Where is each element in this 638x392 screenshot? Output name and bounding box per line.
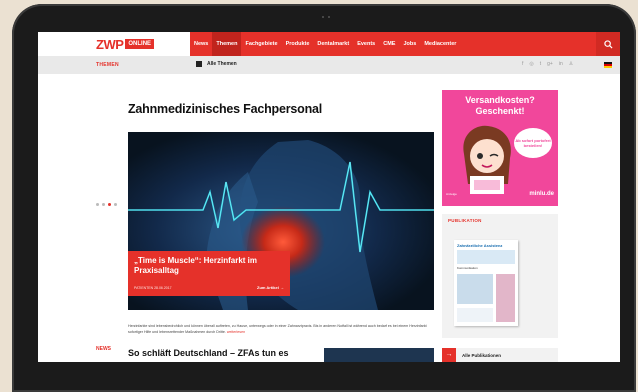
magazine-side-photo [496, 274, 515, 322]
nav-item-news[interactable]: News [190, 32, 212, 56]
all-themes-label: Alle Themen [207, 61, 237, 67]
main-nav: News Themen Fachgebiete Produkte Dentalm… [190, 32, 620, 56]
ad-brand: minlu.de [529, 191, 554, 197]
site-logo[interactable]: ZWP ONLINE [96, 36, 155, 52]
arrow-right-icon: → [442, 348, 456, 362]
ad-footnote: Anzeige [446, 192, 457, 196]
facebook-icon[interactable]: f [522, 61, 523, 67]
nav-item-produkte[interactable]: Produkte [282, 32, 314, 56]
instagram-icon[interactable]: ◎ [529, 61, 533, 67]
browser-screen: ZWP ONLINE News Themen Fachgebiete Produ… [38, 32, 620, 362]
search-icon [603, 39, 613, 49]
nav-item-fachgebiete[interactable]: Fachgebiete [241, 32, 281, 56]
magazine-cover[interactable]: Zahnärztliche Assistenz Kommunikation [454, 240, 518, 326]
page-title: Zahnmedizinisches Fachpersonal [128, 102, 323, 116]
teaser-text: Herzinfarkte sind lebensbedrohlich und k… [128, 324, 427, 334]
carousel-dot[interactable] [102, 203, 105, 206]
magazine-text-block [457, 308, 493, 322]
read-article-label: Zum Artikel [257, 285, 279, 290]
social-links: f ◎ t g+ in ♙ [522, 61, 579, 67]
news-headline[interactable]: So schläft Deutschland – ZFAs tun es [128, 348, 289, 358]
carousel-dots [96, 203, 120, 206]
carousel-dot[interactable] [114, 203, 117, 206]
magazine-headline: Kommunikation [457, 266, 478, 270]
read-more-link[interactable]: weiterlesen [227, 330, 245, 334]
section-label: THEMEN [96, 62, 119, 68]
publication-box: Zahnärztliche Assistenz Kommunikation [442, 228, 558, 338]
hero-meta: PATIENTEN 28.06.2017 [134, 286, 172, 290]
logo-text: ZWP [96, 36, 124, 52]
ad-headline: Versandkosten? Geschenkt! [442, 95, 558, 117]
news-label: NEWS [96, 346, 111, 352]
ad-headline-line2: Geschenkt! [475, 106, 525, 116]
arrow-right-icon: → [280, 285, 284, 290]
site-header: ZWP ONLINE News Themen Fachgebiete Produ… [38, 32, 620, 56]
nav-item-jobs[interactable]: Jobs [399, 32, 420, 56]
nav-item-cme[interactable]: CME [379, 32, 399, 56]
nav-item-mediacenter[interactable]: Mediacenter [420, 32, 460, 56]
ad-headline-line1: Versandkosten? [465, 95, 535, 105]
read-article-link[interactable]: Zum Artikel → [257, 285, 284, 290]
twitter-icon[interactable]: t [540, 61, 541, 67]
grid-icon [196, 61, 202, 67]
german-flag-icon[interactable] [604, 62, 612, 68]
user-icon[interactable]: ♙ [569, 61, 573, 67]
all-publications-label: Alle Publikationen [462, 352, 502, 358]
all-themes-button[interactable]: Alle Themen [196, 61, 237, 67]
advertisement-banner[interactable]: Versandkosten? Geschenkt! Ab sofort porto… [442, 90, 558, 206]
publication-label: PUBLIKATION [442, 214, 558, 228]
news-thumbnail[interactable] [324, 348, 434, 362]
article-teaser: Herzinfarkte sind lebensbedrohlich und k… [128, 323, 434, 335]
logo-badge: ONLINE [125, 39, 155, 49]
sub-navigation: THEMEN Alle Themen f ◎ t g+ in ♙ [38, 56, 620, 74]
nav-item-events[interactable]: Events [353, 32, 379, 56]
search-button[interactable] [596, 32, 620, 56]
linkedin-icon[interactable]: in [559, 61, 563, 67]
magazine-banner [457, 250, 515, 264]
hero-headline[interactable]: „Time is Muscle“: Herzinfarkt im Praxisa… [134, 256, 284, 276]
magazine-photo [457, 274, 493, 304]
hero-caption-box[interactable]: „Time is Muscle“: Herzinfarkt im Praxisa… [128, 251, 290, 296]
nav-item-dentalmarkt[interactable]: Dentalmarkt [313, 32, 353, 56]
girl-illustration [463, 125, 511, 194]
ad-speech-bubble: Ab sofort portofrei bestellen! [514, 128, 552, 158]
carousel-dot[interactable] [96, 203, 99, 206]
all-publications-button[interactable]: → Alle Publikationen [442, 348, 558, 362]
magazine-title: Zahnärztliche Assistenz [457, 243, 503, 248]
carousel-dot-active[interactable] [108, 203, 111, 206]
nav-item-themen[interactable]: Themen [212, 32, 242, 56]
google-plus-icon[interactable]: g+ [547, 61, 553, 67]
camera-icon [322, 16, 336, 19]
